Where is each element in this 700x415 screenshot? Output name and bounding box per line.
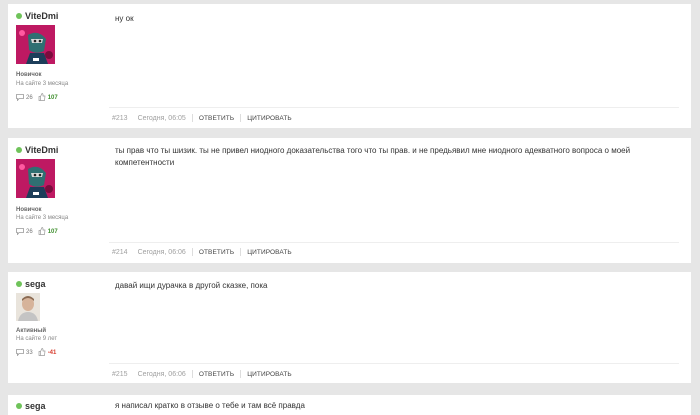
footer-divider (240, 248, 242, 256)
avatar[interactable] (16, 293, 40, 321)
member-since: На сайте 3 месяца (16, 215, 69, 221)
member-since: На сайте 9 лет (16, 336, 58, 342)
author-name-link[interactable]: ViteDmi (25, 145, 58, 155)
online-dot-icon (16, 13, 22, 19)
user-rank: Новичок (16, 207, 42, 213)
online-dot-icon (16, 147, 22, 153)
thumb-up-icon (38, 348, 46, 358)
reputation-value: 107 (47, 95, 58, 101)
post-text: ну ок (115, 14, 134, 23)
post-number[interactable]: #215 (112, 371, 128, 378)
speech-bubble-icon (16, 93, 24, 103)
online-dot-icon (16, 403, 22, 409)
reply-button[interactable]: ОТВЕТИТЬ (199, 371, 234, 378)
speech-bubble-icon (16, 227, 24, 237)
post-footer: #213 Сегодня, 06:05 ОТВЕТИТЬ ЦИТИРОВАТЬ (112, 113, 292, 123)
comment-count: 26 (26, 95, 33, 101)
reputation-value: 107 (47, 229, 58, 235)
post-text: ты прав что ты шизик. ты не привел ниодн… (115, 146, 631, 167)
speech-bubble-icon (16, 348, 24, 358)
post-number[interactable]: #214 (112, 249, 128, 256)
post-text: я написал кратко в отзыве о тебе и там в… (115, 401, 305, 410)
author-name[interactable]: sega (16, 401, 46, 411)
post-divider (109, 107, 679, 108)
forum-post: ViteDmi Новичок На сайте 3 месяца 26 107… (8, 138, 691, 263)
post-date: Сегодня, 06:06 (137, 370, 186, 378)
user-stats: 26 107 (16, 93, 58, 103)
user-stats: 26 107 (16, 227, 58, 237)
footer-divider (191, 370, 193, 378)
author-name[interactable]: ViteDmi (16, 145, 58, 155)
comment-count: 26 (26, 229, 33, 235)
comment-count: 33 (26, 350, 33, 356)
author-name-link[interactable]: sega (25, 401, 46, 411)
reply-button[interactable]: ОТВЕТИТЬ (199, 249, 234, 256)
forum-post: ViteDmi Новичок На сайте 3 месяца 26 107… (8, 4, 691, 128)
forum-post: sega я написал кратко в отзыве о тебе и … (8, 395, 691, 415)
reply-button[interactable]: ОТВЕТИТЬ (199, 115, 234, 122)
author-name-link[interactable]: ViteDmi (25, 11, 58, 21)
quote-button[interactable]: ЦИТИРОВАТЬ (247, 249, 292, 256)
quote-button[interactable]: ЦИТИРОВАТЬ (247, 371, 292, 378)
post-date: Сегодня, 06:05 (137, 114, 186, 122)
thumb-up-icon (38, 93, 46, 103)
footer-divider (191, 248, 193, 256)
post-footer: #214 Сегодня, 06:06 ОТВЕТИТЬ ЦИТИРОВАТЬ (112, 247, 292, 257)
post-divider (109, 242, 679, 243)
user-rank: Новичок (16, 72, 42, 78)
post-text: давай ищи дурачка в другой сказке, пока (115, 281, 268, 290)
avatar[interactable] (16, 159, 55, 198)
avatar[interactable] (16, 25, 55, 64)
author-name-link[interactable]: sega (25, 279, 46, 289)
post-footer: #215 Сегодня, 06:06 ОТВЕТИТЬ ЦИТИРОВАТЬ (112, 369, 292, 379)
forum-post: sega Активный На сайте 9 лет 33 -41 дава… (8, 272, 691, 383)
footer-divider (240, 114, 242, 122)
footer-divider (191, 114, 193, 122)
post-number[interactable]: #213 (112, 115, 128, 122)
user-rank: Активный (16, 328, 47, 334)
thumb-up-icon (38, 227, 46, 237)
post-date: Сегодня, 06:06 (137, 248, 186, 256)
post-divider (109, 363, 679, 364)
author-name[interactable]: ViteDmi (16, 11, 58, 21)
online-dot-icon (16, 281, 22, 287)
reputation-value: -41 (47, 350, 57, 356)
footer-divider (240, 370, 242, 378)
quote-button[interactable]: ЦИТИРОВАТЬ (247, 115, 292, 122)
user-stats: 33 -41 (16, 348, 56, 358)
author-name[interactable]: sega (16, 279, 46, 289)
member-since: На сайте 3 месяца (16, 81, 69, 87)
